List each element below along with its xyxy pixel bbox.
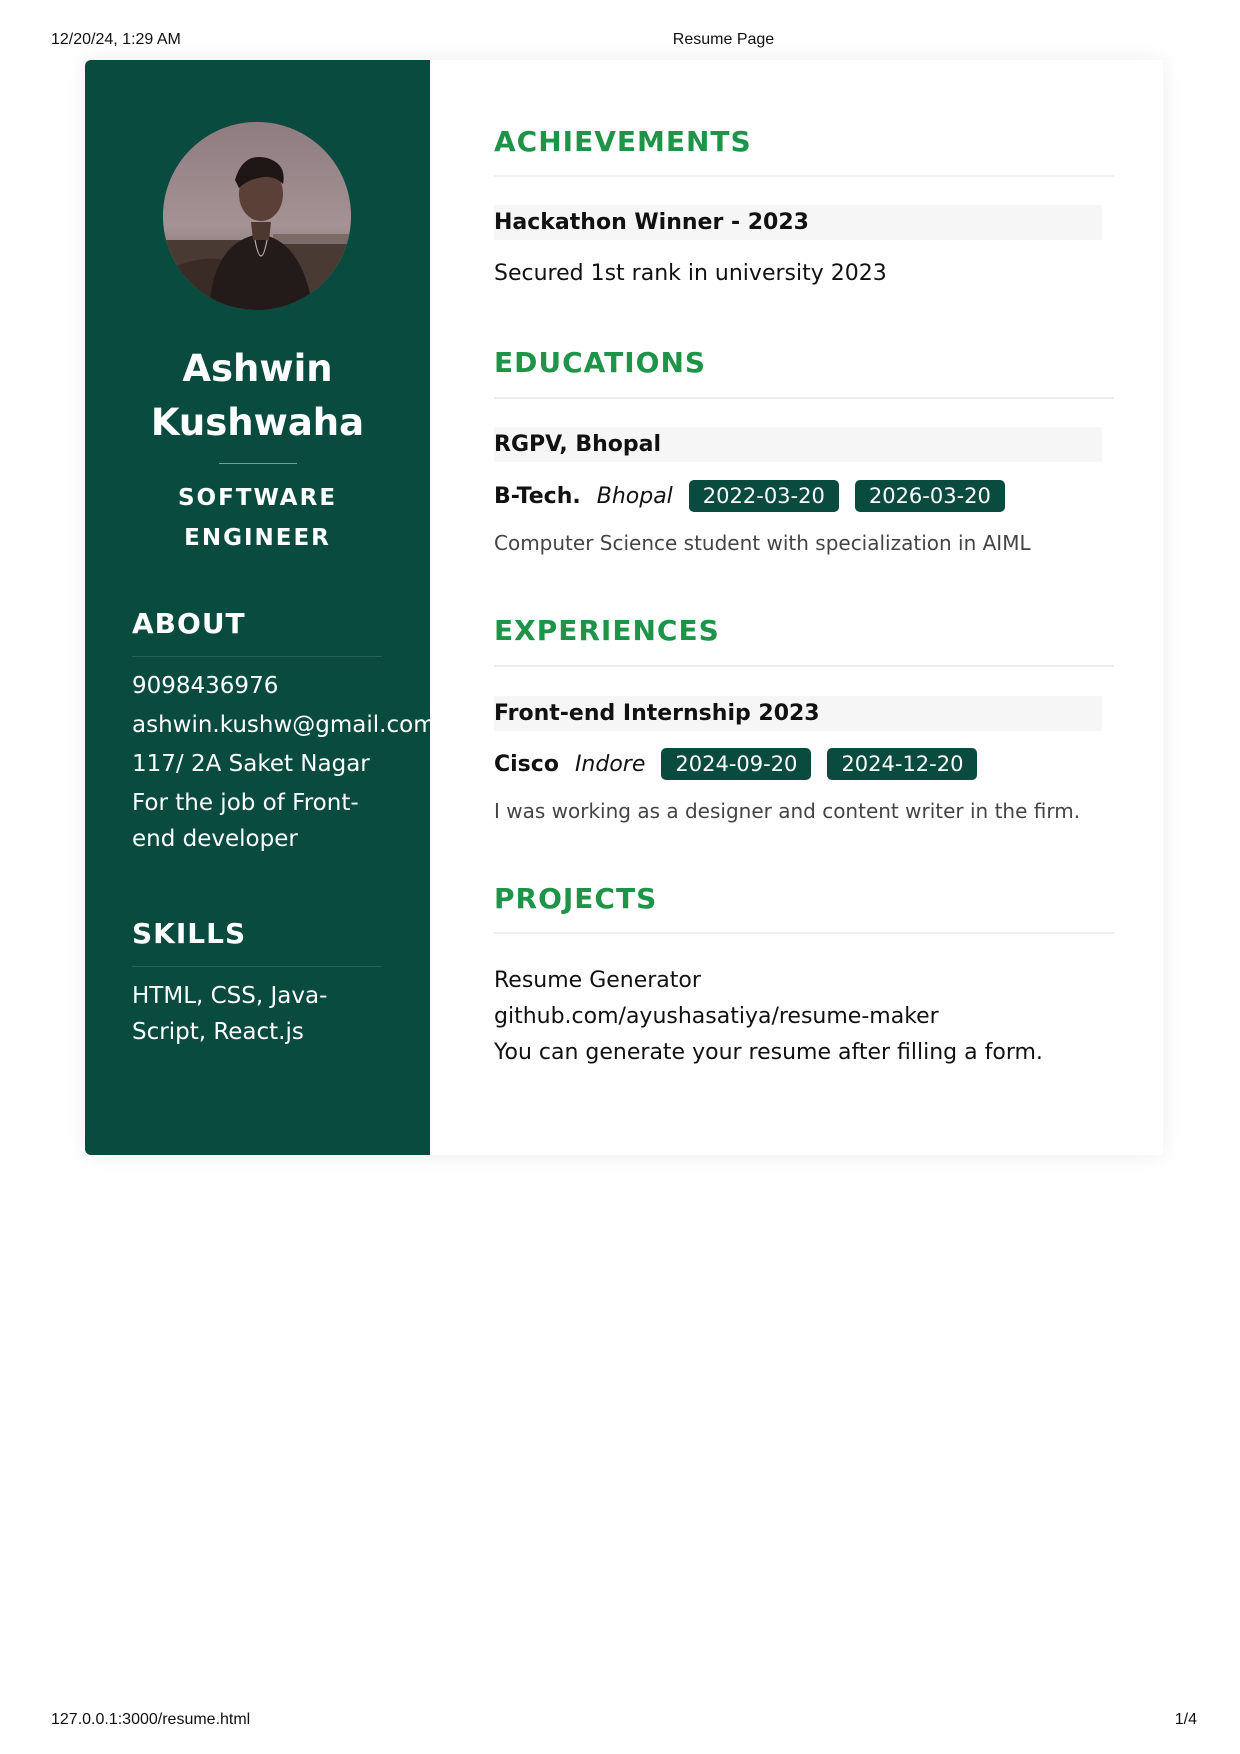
resume-main: ACHIEVEMENTS Hackathon Winner - 2023 Sec… (494, 60, 1114, 1155)
skills-heading: SKILLS (132, 917, 247, 950)
experience-company: Cisco (494, 751, 559, 777)
about-address: 117/ 2A Saket Nagar (132, 751, 370, 777)
project-description: You can generate your resume after filli… (494, 1040, 1043, 1065)
projects-divider (494, 932, 1114, 934)
education-institution: RGPV, Bhopal (494, 427, 1102, 462)
resume-sheet: Ashwin Kushwaha SOFTWARE ENGINEER ABOUT … (85, 60, 1163, 1155)
experiences-divider (494, 665, 1114, 667)
profile-role-line1: SOFTWARE (177, 485, 338, 511)
project-name: Resume Generator (494, 968, 701, 993)
print-page-number: 1/4 (1174, 1711, 1197, 1728)
experience-description: I was working as a designer and content … (494, 799, 1081, 823)
projects-heading: PROJECTS (494, 882, 658, 915)
experience-start-date: 2024-09-20 (661, 748, 812, 780)
skills-text: HTML, CSS, Java-Script, React.js (132, 983, 328, 1045)
achievement-title: Hackathon Winner - 2023 (494, 205, 1102, 240)
about-divider (132, 656, 382, 657)
education-end-date: 2026-03-20 (854, 480, 1005, 512)
about-heading: ABOUT (132, 607, 246, 640)
name-divider (219, 463, 297, 464)
education-degree: B-Tech. (494, 483, 581, 509)
print-footer: 127.0.0.1:3000/resume.html 1/4 (0, 1711, 1240, 1731)
education-description: Computer Science student with specializa… (494, 531, 1031, 555)
about-phone: 9098436976 (132, 673, 279, 699)
achievement-description: Secured 1st rank in university 2023 (494, 261, 887, 286)
project-link[interactable]: github.com/ayushasatiya/resume-maker (494, 999, 939, 1035)
experience-location: Indore (574, 751, 646, 777)
experience-title: Front-end Internship 2023 (494, 696, 1102, 731)
print-page-title: Resume Page (672, 31, 775, 48)
education-location: Bhopal (596, 483, 673, 509)
educations-heading: EDUCATIONS (494, 346, 707, 379)
educations-divider (494, 397, 1114, 399)
education-start-date: 2022-03-20 (688, 480, 839, 512)
profile-photo-image (163, 122, 351, 310)
resume-sidebar: Ashwin Kushwaha SOFTWARE ENGINEER ABOUT … (85, 60, 436, 1155)
experience-meta: Cisco Indore 2024-09-20 2024-12-20 (494, 747, 993, 781)
profile-first-name: Ashwin (182, 347, 333, 390)
skills-divider (132, 966, 382, 967)
print-url: 127.0.0.1:3000/resume.html (51, 1711, 251, 1728)
profile-photo (163, 122, 351, 310)
profile-last-name: Kushwaha (150, 401, 365, 444)
profile-role: SOFTWARE ENGINEER (85, 478, 430, 558)
experience-end-date: 2024-12-20 (827, 748, 978, 780)
print-header: 12/20/24, 1:29 AM Resume Page (0, 31, 1240, 51)
profile-role-line2: ENGINEER (184, 525, 331, 551)
profile-name: Ashwin Kushwaha (85, 342, 430, 450)
education-meta: B-Tech. Bhopal 2022-03-20 2026-03-20 (494, 479, 1021, 513)
about-objective: For the job of Front-end developer (132, 790, 359, 852)
experiences-heading: EXPERIENCES (494, 614, 720, 647)
achievements-heading: ACHIEVEMENTS (494, 125, 752, 158)
about-email: ashwin.kushw@gmail.com (132, 712, 436, 738)
achievements-divider (494, 175, 1114, 177)
